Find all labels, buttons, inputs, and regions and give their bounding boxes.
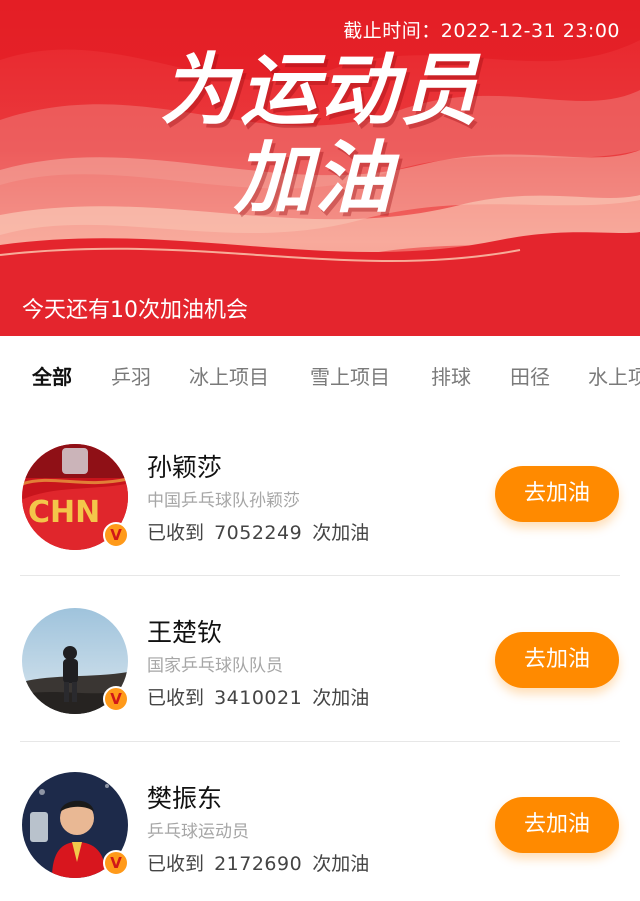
received-label: 已收到	[147, 687, 205, 709]
athlete-name: 王楚钦	[147, 618, 223, 647]
cheer-count: 已收到 3410021 次加油	[147, 683, 369, 710]
tab-pingpong-badminton[interactable]: 乒羽	[111, 361, 151, 390]
athlete-name: 樊振东	[147, 784, 223, 813]
cheer-count: 已收到 2172690 次加油	[147, 849, 369, 876]
tab-snow-events[interactable]: 雪上项目	[310, 361, 390, 390]
tab-all[interactable]: 全部	[32, 361, 72, 390]
athlete-row[interactable]: CHN V 孙颖莎 中国乒乓球队孙颖莎 已收到 7052249 次加油 去加油	[0, 412, 640, 578]
cheer-count-value: 7052249	[214, 522, 303, 544]
cheer-count-suffix: 次加油	[312, 687, 370, 709]
athlete-row[interactable]: V 王楚钦 国家乒乓球队队员 已收到 3410021 次加油 去加油	[0, 577, 640, 743]
cheer-count: 已收到 7052249 次加油	[147, 518, 369, 545]
divider	[20, 741, 620, 742]
cheer-count-value: 3410021	[214, 687, 303, 709]
athlete-description: 乒乓球运动员	[147, 822, 249, 842]
tab-water-events[interactable]: 水上项目	[588, 361, 640, 390]
verified-badge-icon: V	[103, 686, 129, 712]
athlete-description: 中国乒乓球队孙颖莎	[147, 491, 300, 511]
headline-line-2: 加油	[233, 134, 394, 224]
cheer-button[interactable]: 去加油	[495, 797, 619, 853]
svg-text:CHN: CHN	[28, 495, 100, 530]
tab-track-field[interactable]: 田径	[510, 361, 550, 390]
divider	[20, 575, 620, 576]
headline-line-1: 为运动员	[159, 46, 480, 136]
athlete-description: 国家乒乓球队队员	[147, 656, 283, 676]
cheer-button[interactable]: 去加油	[495, 466, 619, 522]
athlete-row[interactable]: V 樊振东 乒乓球运动员 已收到 2172690 次加油 去加油	[0, 743, 640, 901]
cheer-count-suffix: 次加油	[312, 522, 370, 544]
received-label: 已收到	[147, 522, 205, 544]
received-label: 已收到	[147, 853, 205, 875]
athlete-name: 孙颖莎	[147, 453, 223, 482]
tab-ice-events[interactable]: 冰上项目	[189, 361, 269, 390]
cheer-button[interactable]: 去加油	[495, 632, 619, 688]
verified-badge-icon: V	[103, 522, 129, 548]
deadline-text: 截止时间：2022-12-31 23:00	[343, 20, 620, 42]
category-tabs: 全部 乒羽 冰上项目 雪上项目 排球 田径 水上项目	[0, 336, 640, 412]
cheer-count-value: 2172690	[214, 853, 303, 875]
verified-badge-icon: V	[103, 850, 129, 876]
hero-banner: 截止时间：2022-12-31 23:00 为运动员 加油 今天还有10次加油机…	[0, 0, 640, 336]
tab-volleyball[interactable]: 排球	[431, 361, 471, 390]
remaining-chances-text: 今天还有10次加油机会	[22, 298, 248, 323]
cheer-count-suffix: 次加油	[312, 853, 370, 875]
